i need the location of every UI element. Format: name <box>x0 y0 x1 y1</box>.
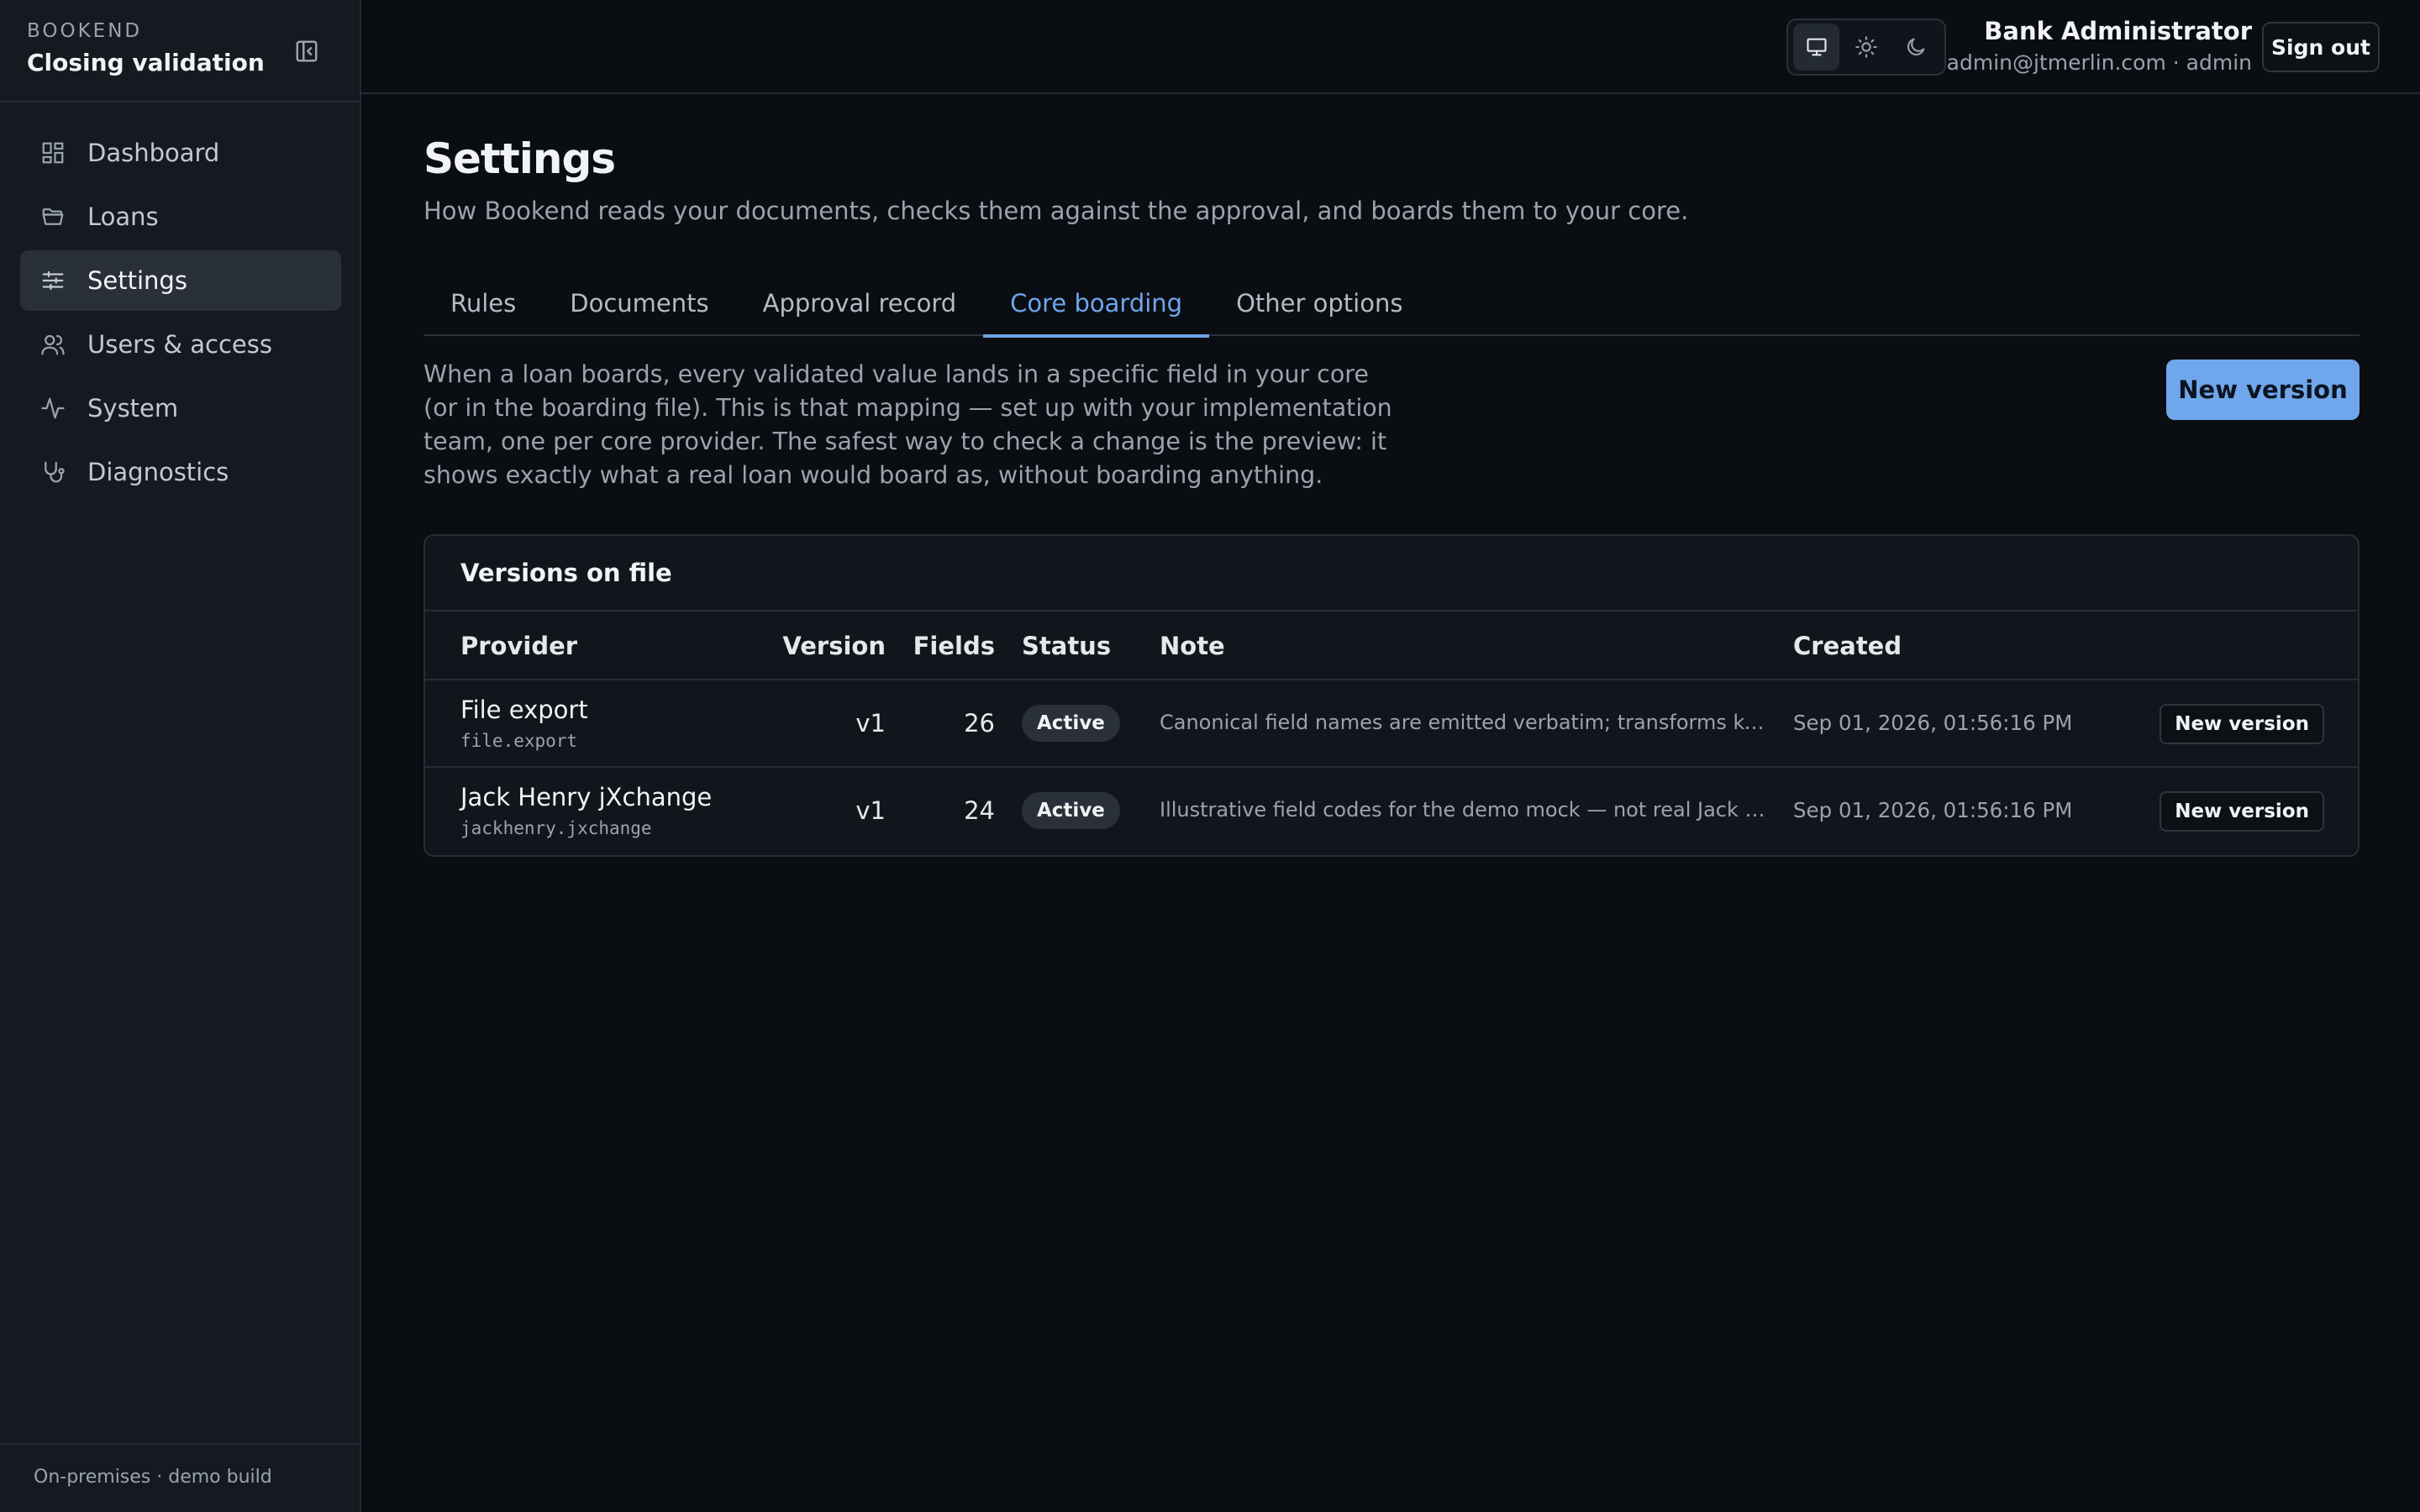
dashboard-icon <box>39 139 67 167</box>
column-header-fields: Fields <box>913 632 995 660</box>
note-cell: Canonical field names are emitted verbat… <box>1160 711 1768 734</box>
theme-dark-button[interactable] <box>1893 24 1939 71</box>
sidebar-nav: Dashboard Loans Settings Users & access <box>20 123 341 506</box>
column-header-status: Status <box>1022 632 1112 660</box>
brand-title: Closing validation <box>27 49 265 76</box>
sidebar-item-label: Diagnostics <box>87 458 229 486</box>
created-cell: Sep 01, 2026, 01:56:16 PM <box>1793 711 2073 735</box>
sidebar-item-label: Loans <box>87 202 159 231</box>
user-name: Bank Administrator <box>1984 17 2252 45</box>
versions-card-title: Versions on file <box>425 536 2358 612</box>
sidebar-item-label: Users & access <box>87 330 272 359</box>
page-subtitle: How Bookend reads your documents, checks… <box>424 197 1689 225</box>
collapse-sidebar-button[interactable] <box>292 37 321 66</box>
tab-approval-record[interactable]: Approval record <box>736 270 984 336</box>
theme-system-button[interactable] <box>1793 24 1840 71</box>
versions-table-header: Provider Version Fields Status Note Crea… <box>425 612 2358 680</box>
sidebar-item-system[interactable]: System <box>20 378 341 438</box>
table-row: File export file.export v1 26 Active Can… <box>425 680 2358 768</box>
sliders-icon <box>39 266 67 295</box>
brand: BOOKEND Closing validation <box>0 0 360 102</box>
status-badge: Active <box>1022 705 1120 742</box>
monitor-icon <box>1807 38 1827 56</box>
tab-other-options[interactable]: Other options <box>1209 270 1429 336</box>
provider-code: file.export <box>460 731 578 751</box>
folder-icon <box>39 202 67 231</box>
tab-documents[interactable]: Documents <box>543 270 735 336</box>
page-title: Settings <box>424 134 616 183</box>
row-new-version-button[interactable]: New version <box>2160 791 2324 832</box>
sun-icon <box>1855 36 1877 58</box>
sidebar-item-label: Settings <box>87 266 187 295</box>
top-bar: Bank Administrator admin@jtmerlin.com · … <box>361 0 2420 94</box>
core-boarding-intro: When a loan boards, every validated valu… <box>424 360 1392 489</box>
build-info: On-premises · demo build <box>34 1467 272 1488</box>
sidebar-footer: On-premises · demo build <box>0 1443 360 1512</box>
activity-icon <box>39 394 67 423</box>
sidebar-item-diagnostics[interactable]: Diagnostics <box>20 442 341 502</box>
settings-tabs: Rules Documents Approval record Core boa… <box>424 270 2360 338</box>
created-cell: Sep 01, 2026, 01:56:16 PM <box>1793 798 2073 822</box>
column-header-created: Created <box>1793 632 1902 660</box>
status-badge: Active <box>1022 792 1120 829</box>
tab-core-boarding[interactable]: Core boarding <box>983 270 1210 338</box>
provider-name: Jack Henry jXchange <box>460 783 713 811</box>
sidebar-item-loans[interactable]: Loans <box>20 186 341 247</box>
stethoscope-icon <box>39 458 67 486</box>
column-header-provider: Provider <box>460 632 578 660</box>
column-header-version: Version <box>782 632 886 660</box>
sidebar-item-label: Dashboard <box>87 139 220 167</box>
sidebar-item-settings[interactable]: Settings <box>20 250 341 311</box>
fields-count: 24 <box>964 796 995 825</box>
users-icon <box>39 330 67 359</box>
sidebar-collapse-icon <box>296 40 318 62</box>
version-cell: v1 <box>855 796 886 825</box>
provider-name: File export <box>460 696 588 724</box>
note-cell: Illustrative field codes for the demo mo… <box>1160 798 1768 822</box>
version-cell: v1 <box>855 709 886 738</box>
column-header-note: Note <box>1160 632 1225 660</box>
moon-icon <box>1907 38 1925 55</box>
provider-code: jackhenry.jxchange <box>460 818 652 838</box>
sidebar-item-dashboard[interactable]: Dashboard <box>20 123 341 183</box>
tab-rules[interactable]: Rules <box>424 270 543 336</box>
theme-switcher <box>1786 18 1946 76</box>
app-root: BOOKEND Closing validation Dashboard Loa… <box>0 0 2420 1512</box>
sidebar-item-users[interactable]: Users & access <box>20 314 341 375</box>
brand-eyebrow: BOOKEND <box>27 20 143 42</box>
sign-out-button[interactable]: Sign out <box>2262 22 2380 72</box>
fields-count: 26 <box>964 709 995 738</box>
table-row: Jack Henry jXchange jackhenry.jxchange v… <box>425 768 2358 855</box>
sidebar-item-label: System <box>87 394 179 423</box>
theme-light-button[interactable] <box>1843 24 1889 71</box>
sidebar: BOOKEND Closing validation Dashboard Loa… <box>0 0 361 1512</box>
new-version-button[interactable]: New version <box>2166 360 2360 420</box>
user-email-role: admin@jtmerlin.com · admin <box>1946 50 2252 75</box>
row-new-version-button[interactable]: New version <box>2160 704 2324 744</box>
versions-card: Versions on file Provider Version Fields… <box>424 534 2360 857</box>
